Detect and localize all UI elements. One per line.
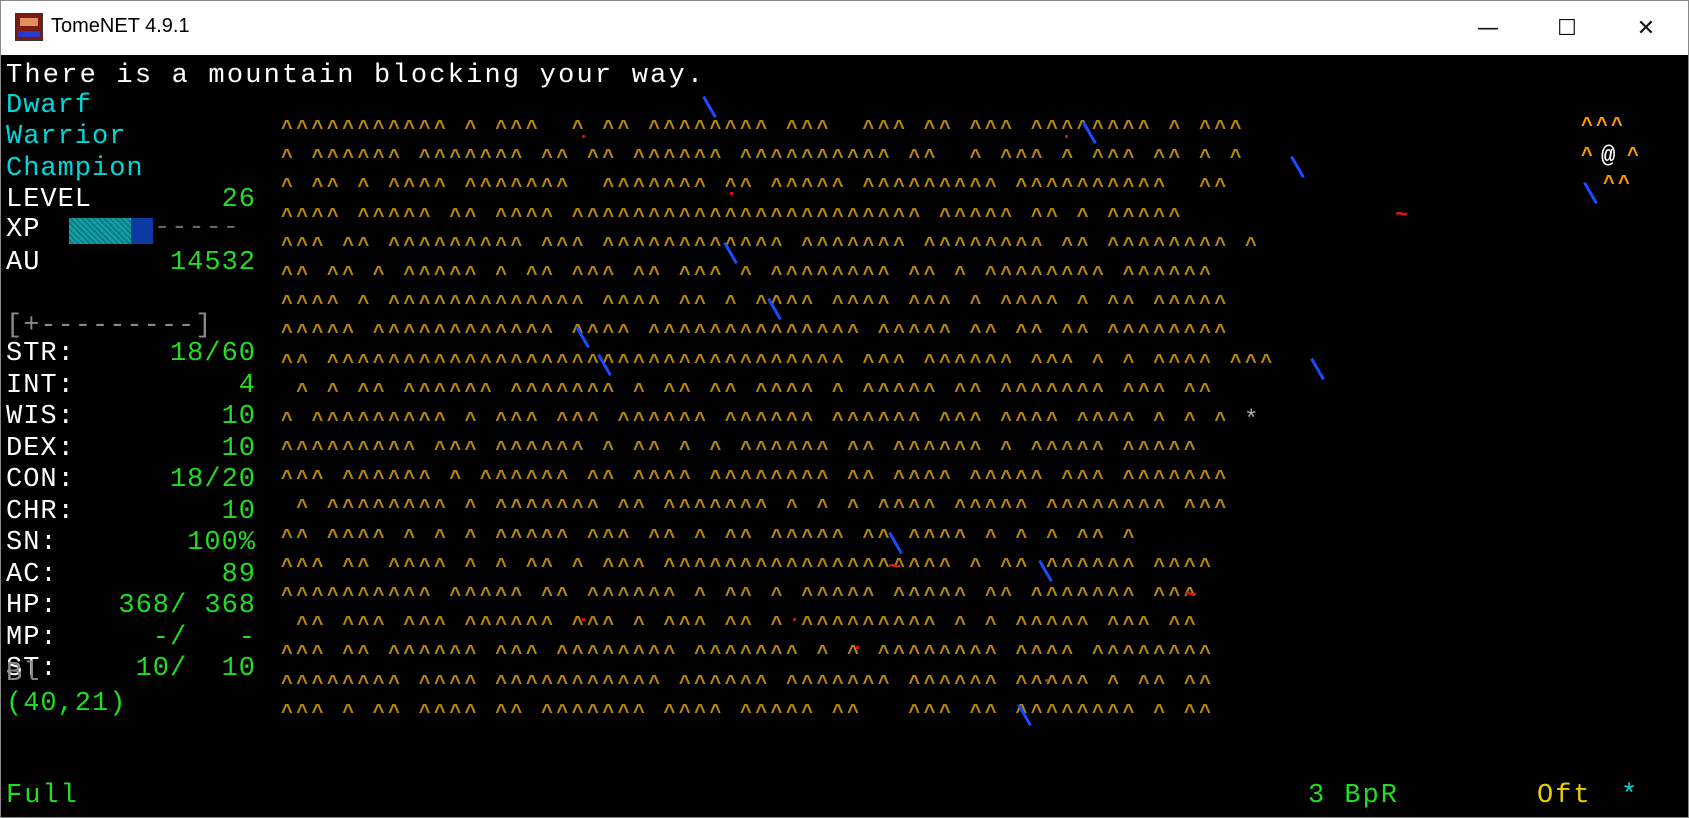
stat-value: 18/60	[169, 339, 256, 369]
au-row: AU 14532	[6, 248, 256, 278]
highlight-mountain-right: ^	[1627, 145, 1643, 168]
mode-status: Oft	[1537, 781, 1592, 811]
stat-row: SN: 100%	[6, 528, 256, 558]
map-row: ^^^^^^^^^^ ^^^^^ ^^ ^^^^^^ ^ ^^ ^ ^^^^^ …	[281, 585, 1200, 608]
marker-icon	[582, 618, 585, 621]
map-row: ^ ^^^^^^ ^^^^^^^ ^^ ^^ ^^^^^^ ^^^^^^^^^^…	[281, 147, 1246, 171]
stat-label: AC:	[6, 559, 58, 590]
message-line: There is a mountain blocking your way.	[6, 61, 706, 91]
stat-label: WIS:	[6, 402, 75, 432]
player-icon: @	[1601, 143, 1616, 170]
map-row: ^^^^ ^^^^^ ^^ ^^^^ ^^^^^^^^^^^^^^^^^^^^^…	[281, 205, 1184, 229]
class-label: Warrior	[6, 122, 127, 152]
level-value: 26	[221, 185, 256, 215]
stat-label: HP:	[6, 591, 58, 621]
stat-value: -/ -	[152, 622, 256, 653]
marker-icon	[730, 192, 733, 195]
stat-label: INT:	[6, 370, 75, 401]
stat-row: INT: 4	[6, 371, 256, 401]
stat-row: DEX: 10	[6, 434, 256, 464]
map-row: ^^ ^^^^ ^ ^ ^ ^^^^^ ^^^ ^^ ^ ^^ ^^^^^ ^^…	[281, 526, 1138, 550]
stat-label: SN:	[6, 528, 58, 558]
stat-row: ST: 10/ 10	[6, 654, 256, 684]
map-row: ^ ^^^^^^^^^ ^ ^^^ ^^^ ^^^^^^ ^^^^^^ ^^^^…	[281, 409, 1230, 433]
blind-indicator: Bl	[6, 659, 41, 689]
map-row: ^^ ^^^^^^^^^^^^^^^^^^^^^^^^^^^^^^^^^^ ^^…	[281, 351, 1276, 375]
map-row: ^^^ ^^ ^^^^^^ ^^^ ^^^^^^^^ ^^^^^^^ ^ ^ ^…	[281, 643, 1215, 667]
stat-label: CON:	[6, 465, 75, 495]
marker-icon	[1065, 135, 1068, 138]
au-value: 14532	[169, 248, 256, 278]
stat-label: STR:	[6, 339, 75, 369]
stat-row: CHR: 10	[6, 497, 256, 527]
stat-row: HP: 368/ 368	[6, 591, 256, 621]
xp-remaining: -----	[154, 213, 241, 243]
depth-bar: [+---------]	[6, 311, 213, 341]
map-row: ^^^ ^^ ^^^^^^^^^ ^^^ ^^^^^^^^^^^^ ^^^^^^…	[281, 234, 1261, 258]
monster-icon: ~	[1184, 583, 1198, 608]
xp-label: XP	[6, 215, 41, 245]
game-window: TomeNET 4.9.1 — ☐ ✕ There is a mountain …	[0, 0, 1689, 818]
highlight-mountain-bottom: ^^	[1603, 173, 1634, 196]
au-label: AU	[6, 248, 41, 278]
stat-value: 10	[221, 402, 256, 432]
monster-icon: ~	[1395, 203, 1409, 228]
stat-row: WIS: 10	[6, 402, 256, 432]
map-row: ^^^^^ ^^^^^^^^^^^^ ^^^^ ^^^^^^^^^^^^^^ ^…	[281, 322, 1230, 346]
map-row: ^^^ ^ ^^ ^^^^ ^^ ^^^^^^^ ^^^^ ^^^^^ ^^ ^…	[281, 701, 1215, 725]
window-title: TomeNET 4.9.1	[51, 15, 190, 37]
stat-value: 4	[238, 370, 256, 401]
coordinates: (40,21)	[6, 689, 127, 719]
hunger-status: Full	[6, 781, 79, 811]
status-indicator-icon: *	[1621, 781, 1640, 811]
stat-label: DEX:	[6, 433, 75, 464]
stat-label: CHR:	[6, 496, 75, 527]
highlight-mountain-top: ^^^	[1581, 115, 1627, 138]
rubble-icon: *	[1244, 407, 1259, 434]
stat-value: 10/ 10	[135, 654, 256, 684]
map-row: ^^^^^^^^ ^^^^ ^^^^^^^^^^^ ^^^^^^ ^^^^^^^…	[281, 672, 1215, 696]
map-row: ^^^^^^^^^^^ ^ ^^^ ^ ^^ ^^^^^^^^ ^^^ ^^^ …	[281, 118, 1246, 141]
level-label: LEVEL	[6, 185, 93, 215]
map-row: ^^ ^^^ ^^^ ^^^^^^ ^^^ ^ ^^^ ^^ ^ ^^^^^^^…	[281, 614, 1200, 638]
title-bar[interactable]: TomeNET 4.9.1 — ☐ ✕	[1, 1, 1688, 55]
stat-value: 368/ 368	[118, 591, 256, 621]
race-label: Dwarf	[6, 91, 93, 121]
game-map[interactable]: ^^^^^^^^^^^ ^ ^^^ ^ ^^ ^^^^^^^^ ^^^ ^^^ …	[281, 115, 1641, 765]
monster-icon: ~	[888, 555, 902, 580]
highlight-mountain-left: ^	[1581, 145, 1597, 168]
marker-icon	[856, 646, 859, 649]
maximize-button[interactable]: ☐	[1528, 1, 1606, 55]
marker-icon	[582, 135, 585, 138]
stat-row: CON: 18/20	[6, 465, 256, 495]
map-row: ^ ^^ ^ ^^^^ ^^^^^^^ ^^^^^^^ ^^ ^^^^^ ^^^…	[281, 176, 1230, 200]
map-row: ^^ ^^ ^ ^^^^^ ^ ^^ ^^^ ^^ ^^^ ^ ^^^^^^^^…	[281, 263, 1215, 287]
map-row: ^^^^ ^ ^^^^^^^^^^^^^ ^^^^ ^^ ^ ^^^^ ^^^^…	[281, 293, 1230, 317]
terminal-area[interactable]: There is a mountain blocking your way. D…	[1, 55, 1688, 817]
minimize-button[interactable]: —	[1449, 1, 1527, 55]
level-row: LEVEL 26	[6, 185, 256, 215]
marker-icon	[1045, 679, 1048, 682]
xp-bar-end	[131, 218, 153, 244]
stat-value: 10	[221, 433, 256, 464]
stat-row: MP: -/ -	[6, 623, 256, 653]
stat-value: 100%	[187, 528, 256, 558]
map-row: ^^^ ^^ ^^^^ ^ ^ ^^ ^ ^^^ ^^^^^^^^^^^^^^^…	[281, 555, 1215, 579]
blows-status: 3 BpR	[1308, 781, 1400, 811]
map-row: ^ ^^^^^^^^ ^ ^^^^^^^ ^^ ^^^^^^^ ^ ^ ^ ^^…	[281, 497, 1230, 521]
map-row: ^^^^^^^^^ ^^^ ^^^^^^ ^ ^^ ^ ^ ^^^^^^ ^^ …	[281, 439, 1200, 463]
app-icon	[15, 13, 43, 41]
map-row: ^^^ ^^^^^^ ^ ^^^^^^ ^^ ^^^^ ^^^^^^^^ ^^ …	[281, 468, 1230, 492]
marker-icon	[793, 618, 796, 621]
stat-value: 18/20	[169, 465, 256, 495]
map-row: ^ ^ ^^ ^^^^^^ ^^^^^^^ ^ ^^ ^^ ^^^^ ^ ^^^…	[281, 380, 1215, 404]
title-label: Champion	[6, 154, 144, 184]
stat-row: AC: 89	[6, 560, 256, 590]
stat-value: 89	[221, 559, 256, 590]
stat-row: STR: 18/60	[6, 339, 256, 369]
close-button[interactable]: ✕	[1607, 1, 1685, 55]
stat-label: MP:	[6, 622, 58, 653]
stat-value: 10	[221, 496, 256, 527]
